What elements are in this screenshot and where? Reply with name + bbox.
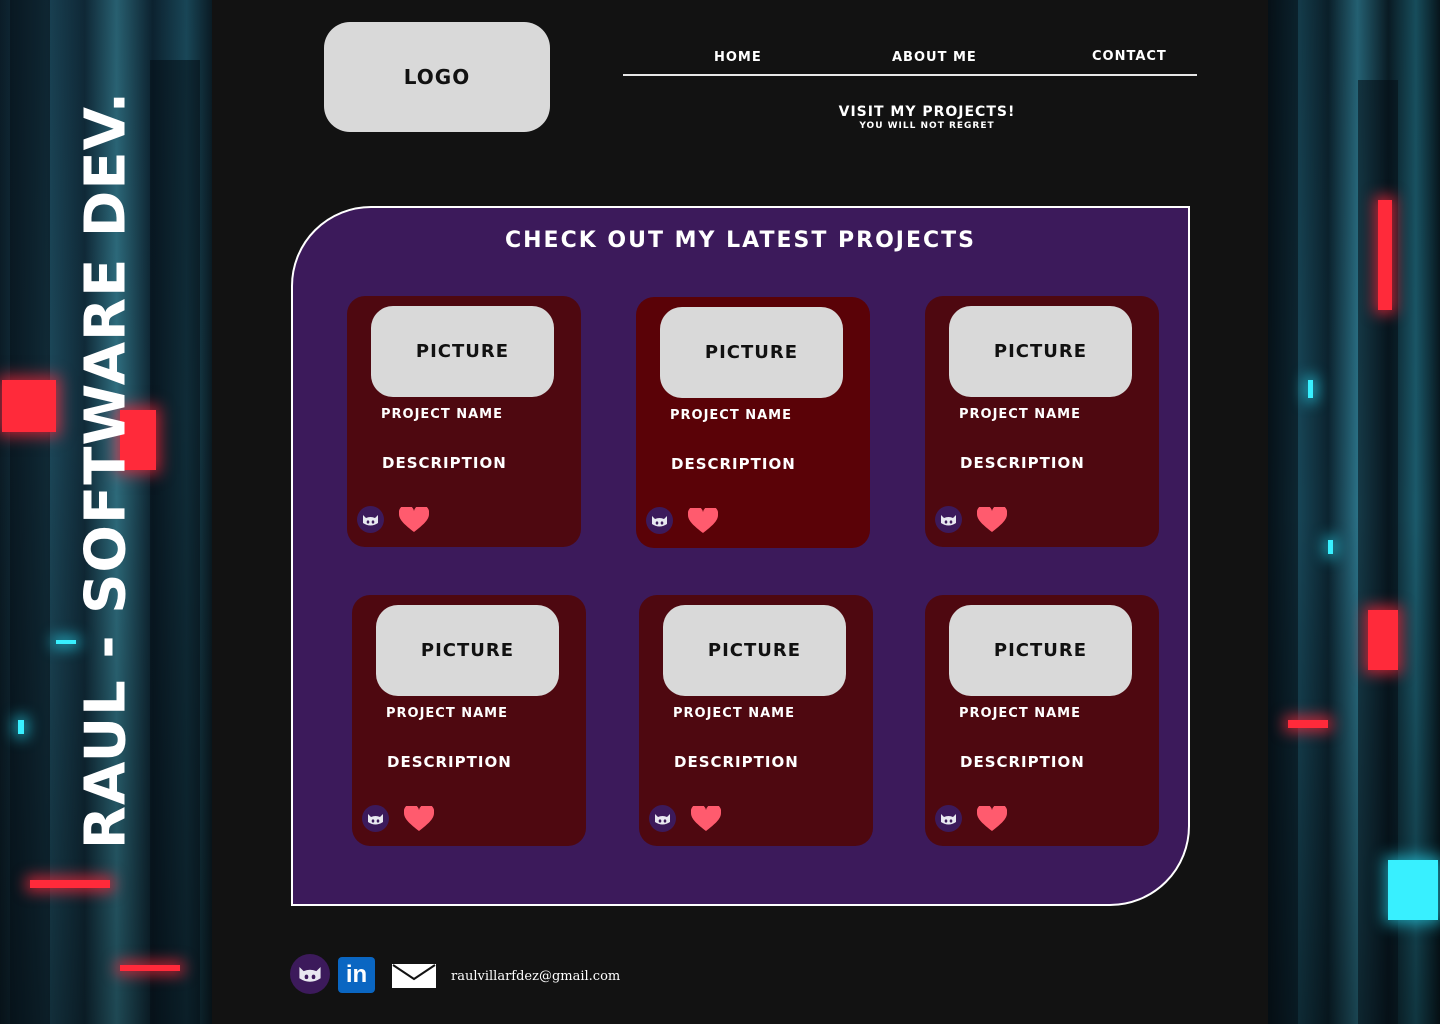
main-column: LOGO HOME ABOUT ME CONTACT VISIT MY PROJ… — [212, 0, 1268, 1024]
project-name: PROJECT NAME — [959, 407, 1081, 422]
github-icon[interactable] — [935, 506, 962, 533]
visit-banner: VISIT MY PROJECTS! YOU WILL NOT REGRET — [727, 104, 1127, 131]
city-background-right — [1268, 0, 1440, 1024]
project-picture: PICTURE — [660, 307, 843, 398]
project-card[interactable]: PICTURE PROJECT NAME DESCRIPTION — [925, 296, 1159, 547]
project-picture: PICTURE — [663, 605, 846, 696]
projects-panel: CHECK OUT MY LATEST PROJECTS PICTURE PRO… — [291, 206, 1190, 906]
project-description: DESCRIPTION — [382, 454, 507, 472]
github-icon[interactable] — [357, 506, 384, 533]
nav-about-link[interactable]: ABOUT ME — [892, 50, 977, 65]
side-title: RAUL - SOFTWARE DEV. — [73, 90, 139, 850]
project-card[interactable]: PICTURE PROJECT NAME DESCRIPTION — [925, 595, 1159, 846]
github-icon[interactable] — [646, 507, 673, 534]
visit-title: VISIT MY PROJECTS! — [838, 104, 1016, 120]
visit-subtitle: YOU WILL NOT REGRET — [859, 121, 995, 131]
project-picture: PICTURE — [371, 306, 554, 397]
heart-icon[interactable] — [404, 806, 434, 832]
heart-icon[interactable] — [691, 806, 721, 832]
project-name: PROJECT NAME — [959, 706, 1081, 721]
project-card[interactable]: PICTURE PROJECT NAME DESCRIPTION — [636, 297, 870, 548]
project-name: PROJECT NAME — [673, 706, 795, 721]
project-card[interactable]: PICTURE PROJECT NAME DESCRIPTION — [347, 296, 581, 547]
heart-icon[interactable] — [399, 507, 429, 533]
project-description: DESCRIPTION — [674, 753, 799, 771]
project-name: PROJECT NAME — [670, 408, 792, 423]
heart-icon[interactable] — [688, 508, 718, 534]
project-name: PROJECT NAME — [381, 407, 503, 422]
heart-icon[interactable] — [977, 507, 1007, 533]
nav-home-link[interactable]: HOME — [714, 50, 762, 65]
github-icon[interactable] — [649, 805, 676, 832]
project-picture: PICTURE — [376, 605, 559, 696]
linkedin-icon[interactable]: in — [338, 957, 375, 993]
mail-icon[interactable] — [392, 964, 436, 988]
project-name: PROJECT NAME — [386, 706, 508, 721]
project-picture: PICTURE — [949, 306, 1132, 397]
projects-title: CHECK OUT MY LATEST PROJECTS — [504, 228, 976, 253]
nav-bar: HOME ABOUT ME CONTACT — [623, 40, 1197, 76]
github-icon[interactable] — [290, 954, 330, 994]
project-description: DESCRIPTION — [387, 753, 512, 771]
logo[interactable]: LOGO — [324, 22, 550, 132]
github-icon[interactable] — [935, 805, 962, 832]
heart-icon[interactable] — [977, 806, 1007, 832]
project-description: DESCRIPTION — [960, 454, 1085, 472]
project-description: DESCRIPTION — [671, 455, 796, 473]
project-picture: PICTURE — [949, 605, 1132, 696]
email-link[interactable]: raulvillarfdez@gmail.com — [451, 969, 620, 984]
city-background-left: RAUL - SOFTWARE DEV. — [0, 0, 212, 1024]
github-icon[interactable] — [362, 805, 389, 832]
project-card[interactable]: PICTURE PROJECT NAME DESCRIPTION — [352, 595, 586, 846]
project-description: DESCRIPTION — [960, 753, 1085, 771]
project-card[interactable]: PICTURE PROJECT NAME DESCRIPTION — [639, 595, 873, 846]
nav-contact-link[interactable]: CONTACT — [1092, 49, 1167, 64]
